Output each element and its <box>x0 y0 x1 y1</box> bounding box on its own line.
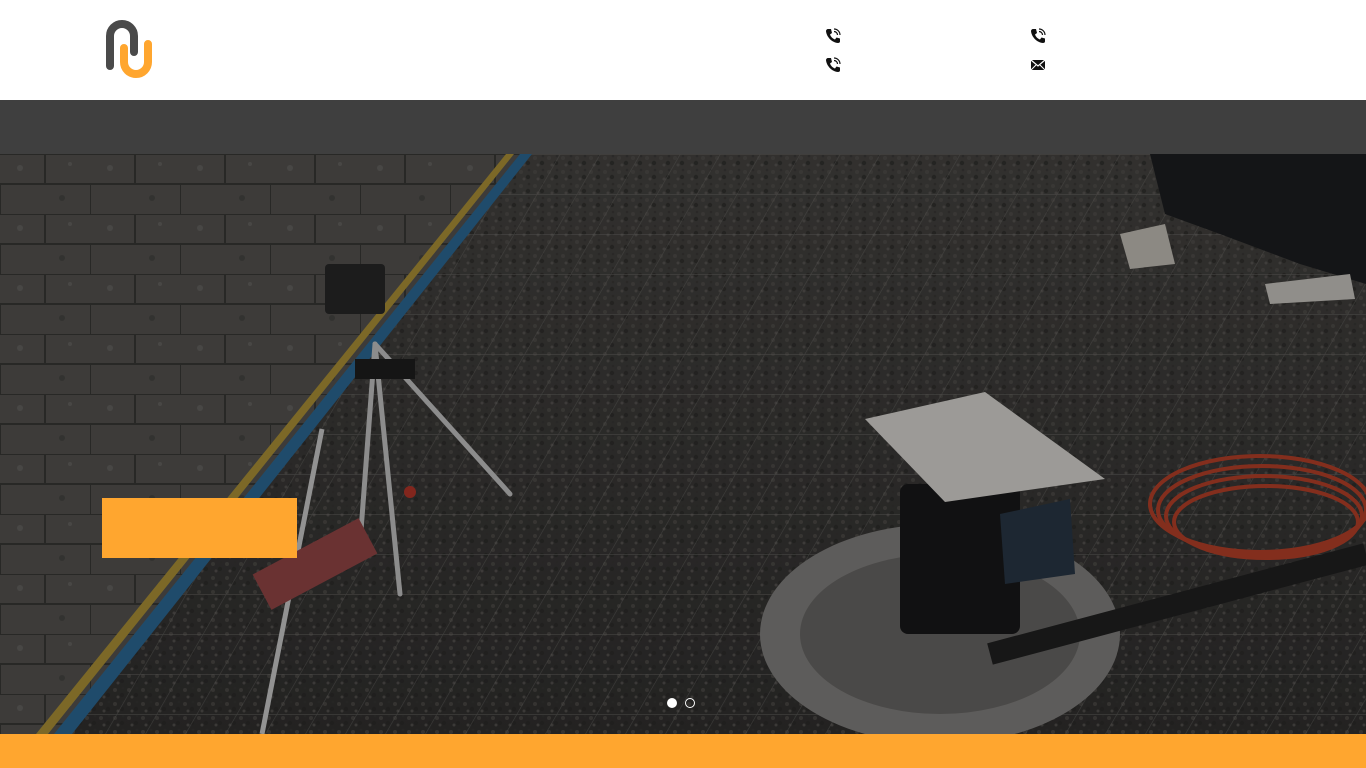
contact-phone-3[interactable] <box>824 56 850 74</box>
mail-icon <box>1030 59 1046 71</box>
site-header <box>0 0 1366 100</box>
hero-slider <box>0 154 1366 734</box>
slider-pagination <box>667 698 695 708</box>
contact-phone-1[interactable] <box>824 27 850 45</box>
accent-band <box>0 734 1366 768</box>
hero-cta-button[interactable] <box>102 498 297 558</box>
contact-email[interactable] <box>1029 56 1055 74</box>
phone-icon <box>826 28 841 43</box>
nu-logo-icon <box>106 20 152 78</box>
main-navigation-bar <box>0 100 1366 154</box>
hero-background-image <box>0 154 1366 734</box>
phone-icon <box>1031 28 1046 43</box>
slider-dot-1[interactable] <box>667 698 677 708</box>
contact-phone-2[interactable] <box>1029 27 1055 45</box>
phone-icon <box>826 57 841 72</box>
slider-dot-2[interactable] <box>685 698 695 708</box>
site-logo[interactable] <box>100 18 156 82</box>
